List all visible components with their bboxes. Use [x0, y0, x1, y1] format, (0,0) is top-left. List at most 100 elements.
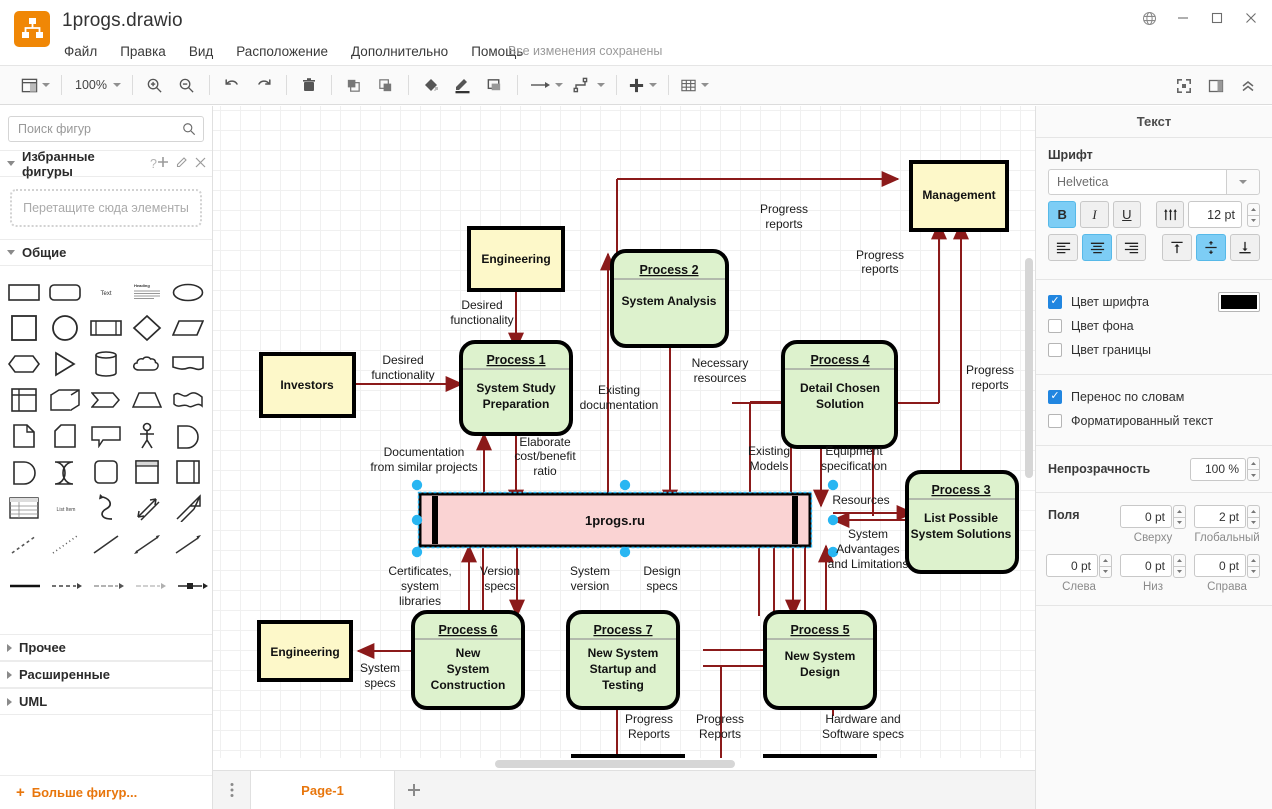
- spacing-global-stepper[interactable]: [1247, 503, 1260, 530]
- shape-card-icon[interactable]: [49, 420, 82, 452]
- shape-table-icon[interactable]: [8, 492, 41, 524]
- shape-ellipse-icon[interactable]: [171, 276, 204, 308]
- close-button[interactable]: [1234, 1, 1268, 35]
- section-header-advanced[interactable]: Расширенные: [0, 661, 213, 688]
- entity-node-investors[interactable]: Investors: [261, 354, 354, 416]
- diagram-canvas[interactable]: Process 2 System Analysis Management Eng…: [213, 106, 1035, 766]
- shape-square-icon[interactable]: [8, 312, 41, 344]
- font-color-checkbox[interactable]: [1048, 295, 1062, 309]
- shape-data-storage-icon[interactable]: [49, 456, 82, 488]
- line-faded-arrow-icon[interactable]: [134, 570, 168, 602]
- shape-rounded-rectangle-icon[interactable]: [49, 276, 82, 308]
- language-globe-icon[interactable]: [1132, 1, 1166, 35]
- process-node-p7[interactable]: Process 7 New System Startup and Testing: [568, 612, 678, 708]
- line-box-arrow-icon[interactable]: [176, 570, 210, 602]
- shape-cube-icon[interactable]: [49, 384, 82, 416]
- line-gradient-arrow-icon[interactable]: [92, 570, 126, 602]
- section-header-uml[interactable]: UML: [0, 688, 213, 715]
- line-double-arrow-icon[interactable]: [130, 528, 163, 560]
- shape-circle-icon[interactable]: [49, 312, 82, 344]
- shape-textbox-icon[interactable]: Heading: [130, 276, 163, 308]
- shape-display-icon[interactable]: [8, 456, 41, 488]
- stepper-up-icon[interactable]: [1247, 457, 1260, 469]
- fill-color-checkbox[interactable]: [1048, 319, 1062, 333]
- shape-parallelogram-icon[interactable]: [171, 312, 204, 344]
- opacity-control[interactable]: 100 %: [1190, 456, 1260, 483]
- section-header-other[interactable]: Прочее: [0, 634, 213, 661]
- opacity-stepper[interactable]: [1247, 456, 1260, 483]
- shape-text-icon[interactable]: Text: [90, 276, 123, 308]
- add-page-button[interactable]: [395, 771, 433, 809]
- entity-node-engineering-top[interactable]: Engineering: [469, 228, 563, 290]
- spacing-bottom-stepper[interactable]: [1173, 552, 1186, 579]
- line-plain-icon[interactable]: [90, 528, 123, 560]
- process-node-p1[interactable]: Process 1 System Study Preparation: [461, 342, 571, 434]
- formatted-text-checkbox[interactable]: [1048, 414, 1062, 428]
- align-left-icon[interactable]: [1048, 234, 1078, 261]
- font-color-swatch[interactable]: [1218, 292, 1260, 312]
- favorites-dropzone[interactable]: Перетащите сюда элементы: [10, 189, 202, 227]
- shape-list-item-icon[interactable]: List Item: [49, 492, 83, 524]
- redo-icon[interactable]: [250, 71, 278, 99]
- zoom-level-button[interactable]: 100%: [70, 71, 124, 99]
- process-node-p2[interactable]: Process 2 System Analysis: [612, 251, 727, 346]
- shape-actor-icon[interactable]: [130, 420, 163, 452]
- shape-process-icon[interactable]: [90, 312, 123, 344]
- line-color-icon[interactable]: [449, 71, 477, 99]
- align-right-icon[interactable]: [1116, 234, 1146, 261]
- table-button[interactable]: [677, 71, 712, 99]
- font-family-value[interactable]: Helvetica: [1048, 169, 1226, 195]
- section-header-general[interactable]: Общие: [0, 239, 212, 266]
- to-front-icon[interactable]: [340, 71, 368, 99]
- toggle-format-panel-icon[interactable]: [1202, 72, 1230, 100]
- opacity-input[interactable]: 100 %: [1190, 458, 1246, 481]
- menu-view[interactable]: Вид: [187, 43, 215, 60]
- shape-rounded-square-icon[interactable]: [90, 456, 123, 488]
- shape-tape-icon[interactable]: [171, 384, 204, 416]
- spacing-left-input[interactable]: 0 pt: [1046, 554, 1098, 577]
- insert-button[interactable]: [625, 71, 660, 99]
- word-wrap-row[interactable]: Перенос по словам: [1048, 385, 1260, 409]
- stepper-up-icon[interactable]: [1099, 554, 1112, 566]
- valign-bottom-icon[interactable]: [1230, 234, 1260, 261]
- close-favorites-icon[interactable]: [195, 156, 206, 171]
- stepper-up-icon[interactable]: [1247, 203, 1260, 215]
- line-dotted-icon[interactable]: [49, 528, 82, 560]
- process-node-p4[interactable]: Process 4 Detail Chosen Solution: [783, 342, 896, 447]
- stepper-down-icon[interactable]: [1247, 469, 1260, 481]
- add-favorite-icon[interactable]: [157, 156, 169, 171]
- underline-button[interactable]: U: [1113, 201, 1141, 228]
- search-icon[interactable]: [182, 122, 196, 139]
- shape-cylinder-icon[interactable]: [90, 348, 123, 380]
- formatted-text-row[interactable]: Форматированный текст: [1048, 409, 1260, 433]
- valign-top-icon[interactable]: [1162, 234, 1192, 261]
- stepper-up-icon[interactable]: [1247, 505, 1260, 517]
- word-wrap-checkbox[interactable]: [1048, 390, 1062, 404]
- collapse-toolbar-icon[interactable]: [1234, 72, 1262, 100]
- edit-favorites-icon[interactable]: [176, 156, 188, 171]
- spacing-right-input[interactable]: 0 pt: [1194, 554, 1246, 577]
- shape-callout-icon[interactable]: [90, 420, 123, 452]
- stepper-up-icon[interactable]: [1247, 554, 1260, 566]
- spacing-left-stepper[interactable]: [1099, 552, 1112, 579]
- spacing-top-stepper[interactable]: [1173, 503, 1186, 530]
- zoom-in-icon[interactable]: [141, 71, 169, 99]
- to-back-icon[interactable]: [372, 71, 400, 99]
- vertical-scroll-thumb[interactable]: [1025, 258, 1033, 478]
- stepper-down-icon[interactable]: [1247, 517, 1260, 529]
- shape-cloud-icon[interactable]: [130, 348, 163, 380]
- fullscreen-icon[interactable]: [1170, 72, 1198, 100]
- delete-icon[interactable]: [295, 71, 323, 99]
- line-spacing-icon[interactable]: [1156, 201, 1184, 228]
- zoom-out-icon[interactable]: [173, 71, 201, 99]
- shape-step-icon[interactable]: [90, 384, 123, 416]
- font-size-input[interactable]: 12 pt: [1188, 201, 1242, 228]
- shape-container-icon[interactable]: [130, 456, 163, 488]
- italic-button[interactable]: I: [1080, 201, 1108, 228]
- process-node-p3[interactable]: Process 3 List Possible System Solutions: [907, 472, 1017, 572]
- stepper-up-icon[interactable]: [1173, 505, 1186, 517]
- favorites-section-header[interactable]: Избранные фигуры ?: [0, 150, 212, 177]
- shape-delay-icon[interactable]: [171, 420, 204, 452]
- shape-internal-storage-icon[interactable]: [8, 384, 41, 416]
- stepper-down-icon[interactable]: [1173, 566, 1186, 578]
